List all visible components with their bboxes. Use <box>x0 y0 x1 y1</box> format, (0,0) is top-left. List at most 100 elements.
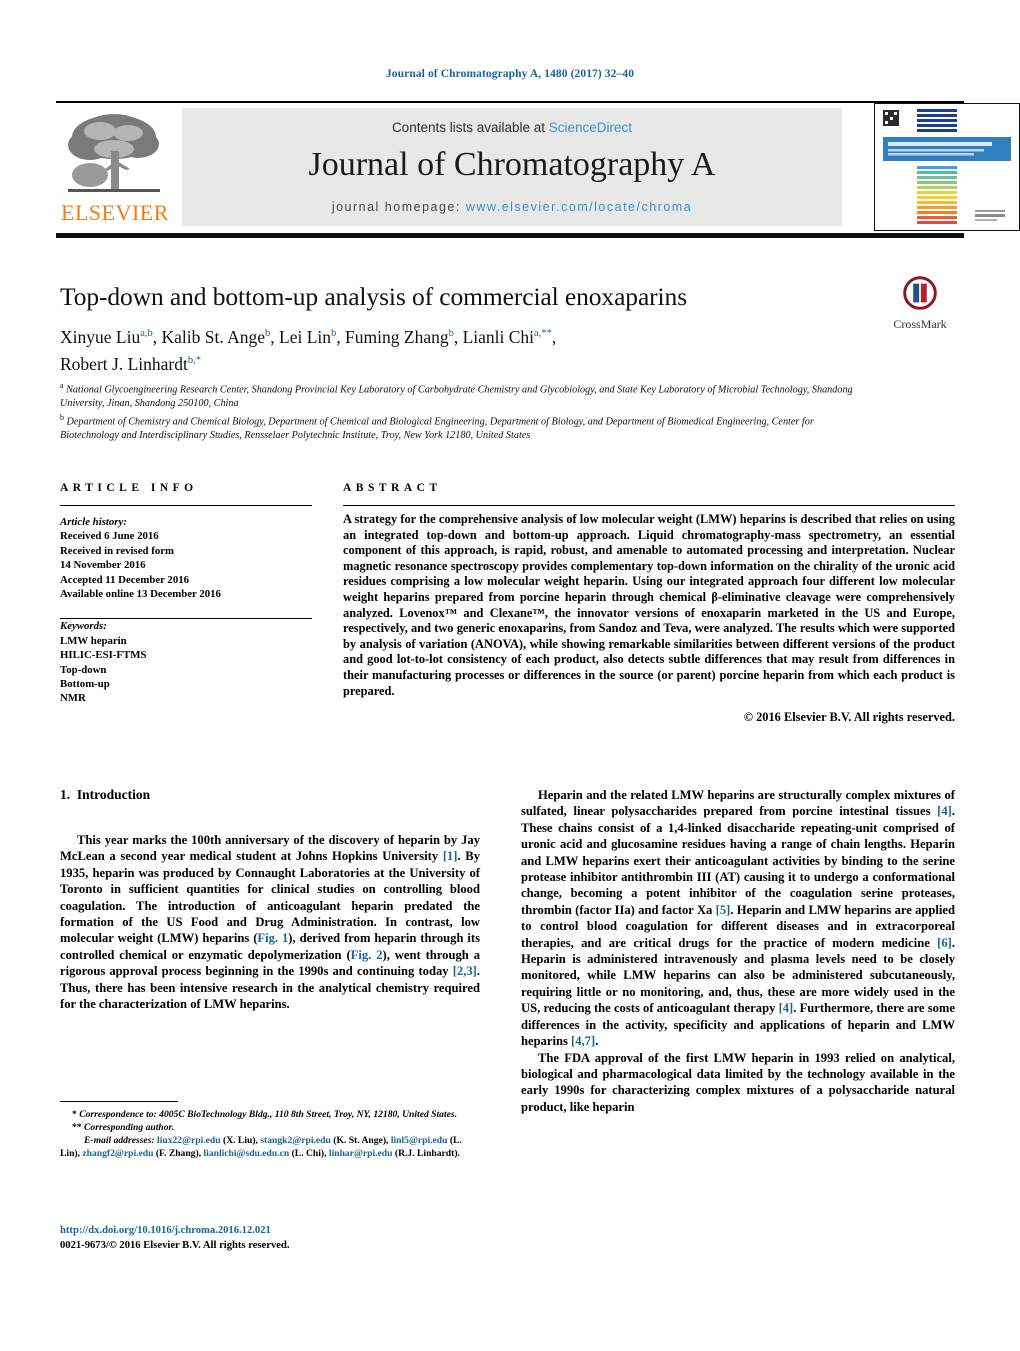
section-number: 1. <box>60 787 71 802</box>
elsevier-tree-icon <box>68 114 160 192</box>
email-liux22[interactable]: liux22@rpi.edu <box>157 1135 221 1146</box>
contents-prefix: Contents lists available at <box>391 120 549 135</box>
footnote-correspondence: * Correspondence to: 4005C BioTechnology… <box>60 1108 480 1121</box>
paper-page: Journal of Chromatography A, 1480 (2017)… <box>0 0 1020 1351</box>
email-stangk2[interactable]: stangk2@rpi.edu <box>260 1135 331 1146</box>
email-linhar[interactable]: linhar@rpi.edu <box>329 1148 393 1159</box>
author-affil-marker: b <box>331 328 337 339</box>
homepage-label: journal homepage: <box>331 200 466 214</box>
footnote-correspondence-text: Correspondence to: 4005C BioTechnology B… <box>79 1109 458 1120</box>
crossmark-icon <box>903 276 937 310</box>
author-name: Lianli Chia,** <box>462 326 552 347</box>
citation-5[interactable]: [5] <box>716 903 731 917</box>
section-heading-introduction: 1. Introduction <box>60 787 150 803</box>
author-affil-marker: a,** <box>534 328 552 339</box>
history-item-1: Received in revised form <box>60 544 175 557</box>
journal-masthead: ELSEVIER Contents lists available at Sci… <box>56 103 1020 231</box>
author-affil-marker: b <box>448 328 454 339</box>
abstract-text: A strategy for the comprehensive analysi… <box>343 512 955 698</box>
citation-2-3[interactable]: [2,3] <box>453 964 477 978</box>
email-zhangf2[interactable]: zhangf2@rpi.edu <box>82 1148 153 1159</box>
footnote-emails: E-mail addresses: liux22@rpi.edu (X. Liu… <box>60 1135 462 1159</box>
paragraph-right-2: The FDA approval of the first LMW hepari… <box>521 1050 955 1114</box>
author-line-2: Robert J. Linhardtb,* <box>60 354 201 374</box>
abstract-block: A strategy for the comprehensive analysi… <box>343 512 955 726</box>
affiliation-marker-a: a <box>60 381 64 390</box>
author-list: Xinyue Liua,b, Kalib St. Angeb, Lei Linb… <box>60 322 860 376</box>
contents-line: Contents lists available at ScienceDirec… <box>182 120 842 135</box>
homepage-url[interactable]: www.elsevier.com/locate/chroma <box>466 200 692 214</box>
figure-ref-2[interactable]: Fig. 2 <box>351 948 383 962</box>
keyword-4: NMR <box>60 692 86 705</box>
author-name: Robert J. Linhardtb,* <box>60 353 201 374</box>
email-person-3: (F. Zhang) <box>155 1148 199 1159</box>
crossmark-label: CrossMark <box>893 317 947 331</box>
email-person-4: (L. Chi) <box>291 1148 325 1159</box>
journal-homepage-line: journal homepage: www.elsevier.com/locat… <box>182 200 842 214</box>
article-history-heading: Article history: <box>60 516 127 528</box>
affiliation-marker-b: b <box>60 412 64 422</box>
page-title: Top-down and bottom-up analysis of comme… <box>60 282 688 311</box>
affiliation-b: b Department of Chemistry and Chemical B… <box>60 411 860 443</box>
footnote-corresponding-text: Corresponding author. <box>84 1122 175 1133</box>
masthead-bottom-rule <box>56 233 964 238</box>
email-person-0: (X. Liu) <box>223 1135 256 1146</box>
email-addresses-label: E-mail addresses: <box>84 1135 155 1146</box>
citation-4-7[interactable]: [4,7] <box>571 1034 595 1048</box>
history-item-4: Available online 13 December 2016 <box>60 588 221 601</box>
affiliation-a: a National Glycoengineering Research Cen… <box>60 379 860 411</box>
journal-cover-thumbnail <box>874 103 1020 231</box>
keyword-0: LMW heparin <box>60 634 127 647</box>
keywords-rule <box>60 618 312 619</box>
sciencedirect-link[interactable]: ScienceDirect <box>549 120 632 135</box>
email-lianlichi[interactable]: lianlichi@sdu.edu.cn <box>203 1148 289 1159</box>
elsevier-wordmark: ELSEVIER <box>61 200 169 225</box>
crossmark-badge[interactable]: CrossMark <box>884 276 956 338</box>
footnote-corresponding-author: ** Corresponding author. <box>60 1121 480 1134</box>
elsevier-logo: ELSEVIER <box>56 106 174 228</box>
issn-copyright-line: 0021-9673/© 2016 Elsevier B.V. All right… <box>60 1239 290 1251</box>
keyword-1: HILIC-ESI-FTMS <box>60 649 147 662</box>
history-item-2: 14 November 2016 <box>60 559 146 572</box>
affiliation-text-a: National Glycoengineering Research Cente… <box>60 384 853 409</box>
author-name: Fuming Zhangb <box>345 326 454 347</box>
paragraph-right-1: Heparin and the related LMW heparins are… <box>521 788 956 1049</box>
author-name: Lei Linb <box>279 326 337 347</box>
email-person-1: (K. St. Ange) <box>333 1135 387 1146</box>
footnotes-block: * Correspondence to: 4005C BioTechnology… <box>60 1108 480 1160</box>
affiliation-text-b: Department of Chemistry and Chemical Bio… <box>60 415 814 441</box>
footnote-marker-star: * <box>72 1109 77 1120</box>
keyword-2: Top-down <box>60 663 107 676</box>
keyword-3: Bottom-up <box>60 678 110 691</box>
article-info-label: ARTICLE INFO <box>60 482 198 494</box>
paragraph-left-1: This year marks the 100th anniversary of… <box>60 833 480 1012</box>
author-affil-marker: b <box>265 328 271 339</box>
journal-banner: Contents lists available at ScienceDirec… <box>182 108 842 226</box>
citation-1[interactable]: [1] <box>443 849 458 863</box>
doi-block: http://dx.doi.org/10.1016/j.chroma.2016.… <box>60 1224 480 1253</box>
history-item-0: Received 6 June 2016 <box>60 530 159 543</box>
email-person-5: (R.J. Linhardt) <box>394 1148 458 1159</box>
running-head: Journal of Chromatography A, 1480 (2017)… <box>385 68 635 80</box>
email-linl5[interactable]: linl5@rpi.edu <box>391 1135 448 1146</box>
abstract-label: ABSTRACT <box>343 482 442 494</box>
article-info-rule <box>60 505 312 506</box>
section-title: Introduction <box>76 787 151 802</box>
body-column-left: This year marks the 100th anniversary of… <box>60 832 480 1012</box>
citation-6[interactable]: [6] <box>937 936 952 950</box>
citation-4[interactable]: [4] <box>937 804 952 818</box>
abstract-copyright: © 2016 Elsevier B.V. All rights reserved… <box>743 710 955 725</box>
footnote-marker-doublestar: ** <box>72 1122 82 1133</box>
figure-ref-1[interactable]: Fig. 1 <box>257 931 288 945</box>
author-line-1: Xinyue Liua,b, Kalib St. Angeb, Lei Linb… <box>60 326 557 347</box>
article-info-block: Article history: Received 6 June 2016 Re… <box>60 515 312 706</box>
journal-title: Journal of Chromatography A <box>308 146 716 183</box>
doi-link[interactable]: http://dx.doi.org/10.1016/j.chroma.2016.… <box>60 1224 480 1239</box>
citation-4b[interactable]: [4] <box>779 1001 794 1015</box>
affiliations: a National Glycoengineering Research Cen… <box>60 379 860 442</box>
footnote-rule <box>60 1101 178 1102</box>
body-column-right: Heparin and the related LMW heparins are… <box>521 787 955 1115</box>
history-item-3: Accepted 11 December 2016 <box>60 573 190 586</box>
author-name: Kalib St. Angeb <box>161 326 271 347</box>
author-affil-marker: a,b <box>140 328 153 339</box>
